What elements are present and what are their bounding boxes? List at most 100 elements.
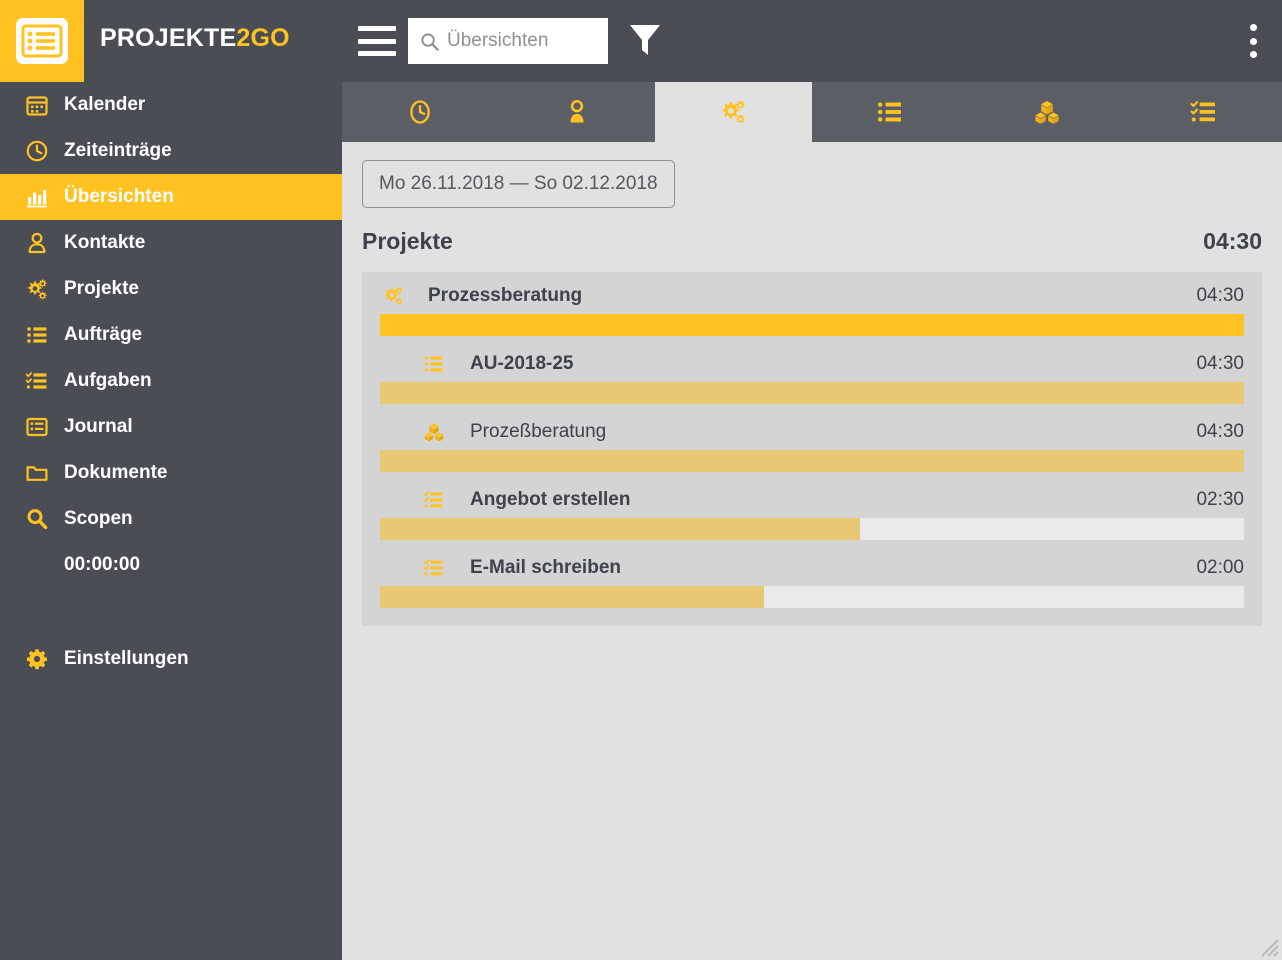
list-icon [420,352,448,376]
tab-kontakte[interactable] [499,82,656,142]
user-icon [22,230,52,256]
breakdown-row-label: Prozessberatung [428,285,583,306]
calendar-icon [22,92,52,118]
breakdown-row-line: Prozessberatung 04:30 [380,278,1244,314]
breakdown-row-line: E-Mail schreiben 02:00 [380,550,1244,586]
hamburger-icon[interactable] [358,26,396,56]
list-card-icon [16,18,68,64]
app-logo[interactable] [0,0,84,82]
sidebar-item-uebersichten[interactable]: Übersichten [0,174,342,220]
resize-grip-icon[interactable] [1254,932,1280,958]
sidebar-item-label: Aufträge [64,324,143,345]
running-timer[interactable]: 00:00:00 [0,542,342,588]
sidebar-item-dokumente[interactable]: Dokumente [0,450,342,496]
search-icon [421,32,439,51]
brand-title-primary: PROJEKTE [100,24,237,52]
page-title: Projekte [362,228,453,254]
breakdown-row[interactable]: Angebot erstellen 02:30 [362,482,1262,540]
brand-title: PROJEKTE2GO [100,24,290,53]
breakdown-row-time: 04:30 [1196,421,1244,442]
sidebar-item-label: Einstellungen [64,648,189,669]
sidebar-item-journal[interactable]: Journal [0,404,342,450]
sidebar-item-label: Kontakte [64,232,146,253]
breakdown-row-time: 02:00 [1196,557,1244,578]
running-timer-value: 00:00:00 [64,554,141,575]
cubes-icon [1035,101,1059,124]
filter-button[interactable] [628,22,662,58]
sidebar-item-scopen[interactable]: Scopen [0,496,342,542]
breakdown-row-line: Prozeßberatung 04:30 [380,414,1244,450]
checklist-icon [1190,101,1215,122]
breakdown-row-label: Prozeßberatung [470,421,607,442]
folder-icon [22,460,52,486]
sidebar-item-einstellungen[interactable]: Einstellungen [0,636,342,682]
section-total-time: 04:30 [1203,228,1262,254]
breakdown-bar-fill [380,314,1244,336]
breakdown-row[interactable]: Prozessberatung 04:30 [362,278,1262,336]
gears-icon [22,276,52,302]
sidebar-item-zeiteintraege[interactable]: Zeiteinträge [0,128,342,174]
sidebar-item-auftraege[interactable]: Aufträge [0,312,342,358]
funnel-icon [630,25,660,55]
sidebar-item-label: Journal [64,416,133,437]
breakdown-bar-fill [380,450,1244,472]
list-icon [22,322,52,348]
tab-leistungen[interactable] [969,82,1126,142]
date-range-label: Mo 26.11.2018 — So 02.12.2018 [379,173,658,194]
kebab-menu-icon[interactable] [1240,22,1266,60]
checklist-icon [420,488,448,512]
breakdown-row-label: E-Mail schreiben [470,557,621,578]
breakdown-bar-track [380,382,1244,404]
gear-icon [22,646,52,672]
breakdown-row-line: Angebot erstellen 02:30 [380,482,1244,518]
sidebar-item-kalender[interactable]: Kalender [0,82,342,128]
gears-icon [380,284,408,308]
breakdown-bar-fill [380,586,764,608]
sidebar-item-label: Übersichten [64,186,174,207]
top-header-bar: PROJEKTE2GO Übersichten [0,0,1282,82]
sidebar-item-label: Projekte [64,278,139,299]
breakdown-bar-track [380,518,1244,540]
breakdown-bar-fill [380,382,1244,404]
breakdown-bar-track [380,450,1244,472]
user-icon [570,99,584,123]
sidebar-item-label: Dokumente [64,462,168,483]
sidebar-item-aufgaben[interactable]: Aufgaben [0,358,342,404]
clock-icon [22,138,52,164]
brand-title-accent: 2GO [236,24,290,52]
sidebar-item-label: Zeiteinträge [64,140,172,161]
breakdown-row-time: 02:30 [1196,489,1244,510]
sidebar-item-label: Scopen [64,508,133,529]
breakdown-row-label: AU-2018-25 [470,353,574,374]
sidebar-item-kontakte[interactable]: Kontakte [0,220,342,266]
content-area: Mo 26.11.2018 — So 02.12.2018 Projekte 0… [342,142,1282,960]
sidebar-navigation: Kalender Zeiteinträge Übersichten Kontak… [0,82,342,960]
breakdown-row[interactable]: AU-2018-25 04:30 [362,346,1262,404]
breakdown-row[interactable]: E-Mail schreiben 02:00 [362,550,1262,608]
application-window: PROJEKTE2GO Übersichten Kalender Zeitein… [0,0,1282,960]
list-icon [878,102,902,122]
tab-auftraege[interactable] [812,82,969,142]
sidebar-item-projekte[interactable]: Projekte [0,266,342,312]
date-range-selector[interactable]: Mo 26.11.2018 — So 02.12.2018 [362,160,675,208]
breakdown-bar-track [380,586,1244,608]
search-input[interactable]: Übersichten [408,18,608,64]
cubes-icon [420,420,448,444]
journal-icon [22,414,52,440]
sidebar-item-label: Kalender [64,94,146,115]
breakdown-row-line: AU-2018-25 04:30 [380,346,1244,382]
clock-icon [410,100,431,124]
sidebar-item-label: Aufgaben [64,370,152,391]
breakdown-row[interactable]: Prozeßberatung 04:30 [362,414,1262,472]
breakdown-row-time: 04:30 [1196,285,1244,306]
tab-projekte[interactable] [655,82,813,142]
magnifier-icon [22,506,52,532]
tab-aufgaben[interactable] [1125,82,1282,142]
tab-zeiteintraege[interactable] [342,82,499,142]
bar-chart-icon [22,184,52,210]
search-placeholder: Übersichten [447,30,549,51]
projects-breakdown-card: Prozessberatung 04:30 AU-2018-25 04:30 Pro… [362,272,1262,626]
section-header: Projekte 04:30 [362,228,1262,255]
breakdown-bar-track [380,314,1244,336]
